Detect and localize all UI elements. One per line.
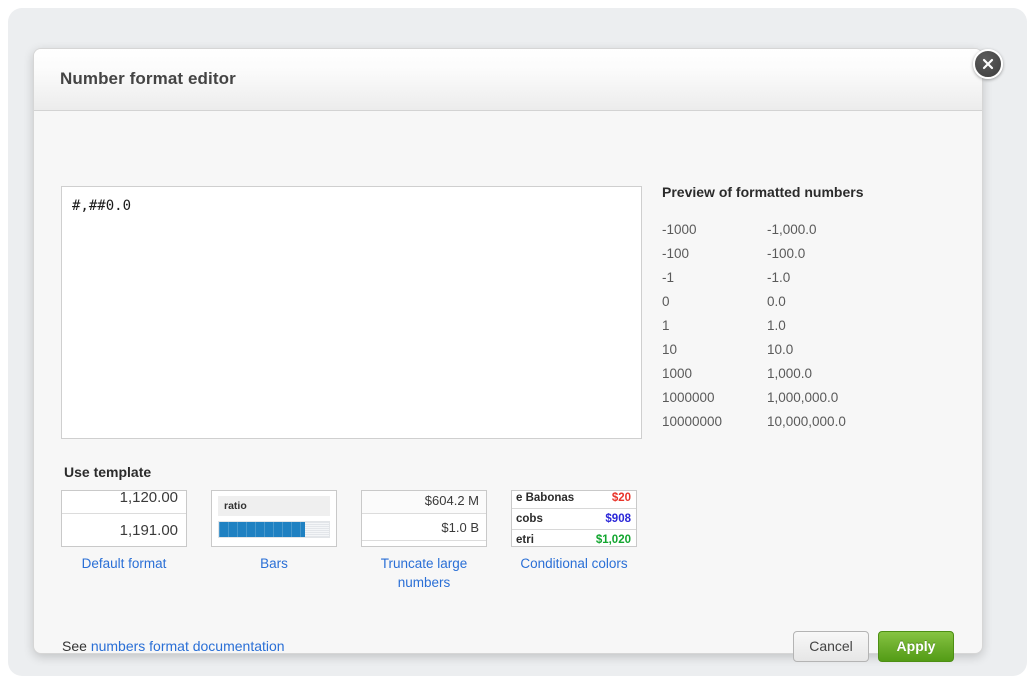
template-label[interactable]: Default format <box>61 555 187 574</box>
preview-row: 10000000 10,000,000.0 <box>662 409 962 433</box>
conditional-colors-preview: e Babonas $20 cobs $908 etri $1,020 <box>512 491 636 546</box>
truncate-preview: $604.2 M $1.0 B $887.1 M <box>362 491 486 546</box>
table-row: $1.0 B <box>362 514 486 541</box>
template-thumbnail[interactable]: ratio <box>211 490 337 547</box>
preview-raw-value: 1 <box>662 317 670 333</box>
table-row: cobs $908 <box>512 509 636 530</box>
table-row: 1,191.00 <box>62 514 186 546</box>
preview-formatted-value: -100.0 <box>767 245 806 261</box>
close-icon[interactable] <box>973 49 1003 79</box>
number-format-editor-dialog: Number format editor Preview of formatte… <box>33 48 1003 662</box>
template-thumbnail[interactable]: $604.2 M $1.0 B $887.1 M <box>361 490 487 547</box>
row-label: e Babonas <box>516 492 575 504</box>
preview-raw-value: -1 <box>662 269 675 285</box>
preview-formatted-value: 10,000,000.0 <box>767 413 846 429</box>
apply-button[interactable]: Apply <box>878 631 954 662</box>
template-thumbnail[interactable]: e Babonas $20 cobs $908 etri $1,020 <box>511 490 637 547</box>
preview-raw-value: 1000 <box>662 365 693 381</box>
preview-formatted-value: 0.0 <box>767 293 786 309</box>
template-truncate-large-numbers[interactable]: $604.2 M $1.0 B $887.1 M Truncate large … <box>361 490 487 593</box>
bars-track <box>218 521 330 538</box>
preview-row: 1000 1,000.0 <box>662 361 962 385</box>
page-title: Number format editor <box>60 69 236 88</box>
templates-title: Use template <box>64 464 152 480</box>
preview-formatted-value: -1.0 <box>767 269 791 285</box>
preview-row: -1 -1.0 <box>662 265 962 289</box>
template-label[interactable]: Bars <box>211 555 337 574</box>
preview-row: -1000 -1,000.0 <box>662 217 962 241</box>
row-label: cobs <box>516 513 543 525</box>
preview-row: -100 -100.0 <box>662 241 962 265</box>
template-thumbnail[interactable]: 1,120.00 1,191.00 <box>61 490 187 547</box>
page-backdrop: Number format editor Preview of formatte… <box>0 0 1035 684</box>
preview-raw-value: 0 <box>662 293 670 309</box>
format-pattern-input[interactable] <box>61 186 642 439</box>
template-bars[interactable]: ratio Bars <box>211 490 337 593</box>
preview-pane: Preview of formatted numbers -1000 -1,00… <box>662 184 962 433</box>
preview-row: 1 1.0 <box>662 313 962 337</box>
preview-row: 10 10.0 <box>662 337 962 361</box>
see-prefix: See <box>62 638 91 654</box>
preview-formatted-value: 1,000.0 <box>767 365 813 381</box>
row-value: $1,020 <box>595 534 631 546</box>
preview-row: 1000000 1,000,000.0 <box>662 385 962 409</box>
preview-formatted-value: 1,000,000.0 <box>767 389 839 405</box>
bars-column-header: ratio <box>218 496 330 516</box>
table-row: $887.1 M <box>362 541 486 546</box>
preview-formatted-value: 1.0 <box>767 317 786 333</box>
default-format-preview: 1,120.00 1,191.00 <box>62 491 186 546</box>
preview-raw-value: 1000000 <box>662 389 715 405</box>
close-glyph <box>982 58 994 70</box>
bars-fill <box>219 522 305 537</box>
preview-raw-value: 10 <box>662 341 678 357</box>
numbers-format-documentation-link[interactable]: numbers format documentation <box>91 638 285 654</box>
table-row: 1,120.00 <box>62 491 186 514</box>
footer-buttons: Cancel Apply <box>793 631 954 662</box>
row-label: etri <box>516 534 534 546</box>
preview-raw-value: -1000 <box>662 221 697 237</box>
preview-row: 0 0.0 <box>662 289 962 313</box>
bars-preview: ratio <box>212 491 336 543</box>
templates-row: 1,120.00 1,191.00 Default format ratio B… <box>61 490 661 593</box>
preview-formatted-value: -1,000.0 <box>767 221 817 237</box>
preview-raw-value: 10000000 <box>662 413 723 429</box>
preview-raw-value: -100 <box>662 245 690 261</box>
preview-title: Preview of formatted numbers <box>662 184 864 200</box>
dialog-body: Preview of formatted numbers -1000 -1,00… <box>34 111 982 662</box>
row-value: $908 <box>605 513 631 525</box>
preview-formatted-value: 10.0 <box>767 341 794 357</box>
template-label[interactable]: Truncate large numbers <box>361 555 487 593</box>
template-label[interactable]: Conditional colors <box>511 555 637 574</box>
table-row: $604.2 M <box>362 491 486 514</box>
table-row: e Babonas $20 <box>512 491 636 509</box>
cancel-button[interactable]: Cancel <box>793 631 869 662</box>
row-value: $20 <box>611 492 631 504</box>
table-row: etri $1,020 <box>512 530 636 546</box>
template-conditional-colors[interactable]: e Babonas $20 cobs $908 etri $1,020 Cond… <box>511 490 637 593</box>
dialog-header: Number format editor <box>34 49 982 111</box>
documentation-note: See numbers format documentation <box>62 638 285 654</box>
template-default-format[interactable]: 1,120.00 1,191.00 Default format <box>61 490 187 593</box>
